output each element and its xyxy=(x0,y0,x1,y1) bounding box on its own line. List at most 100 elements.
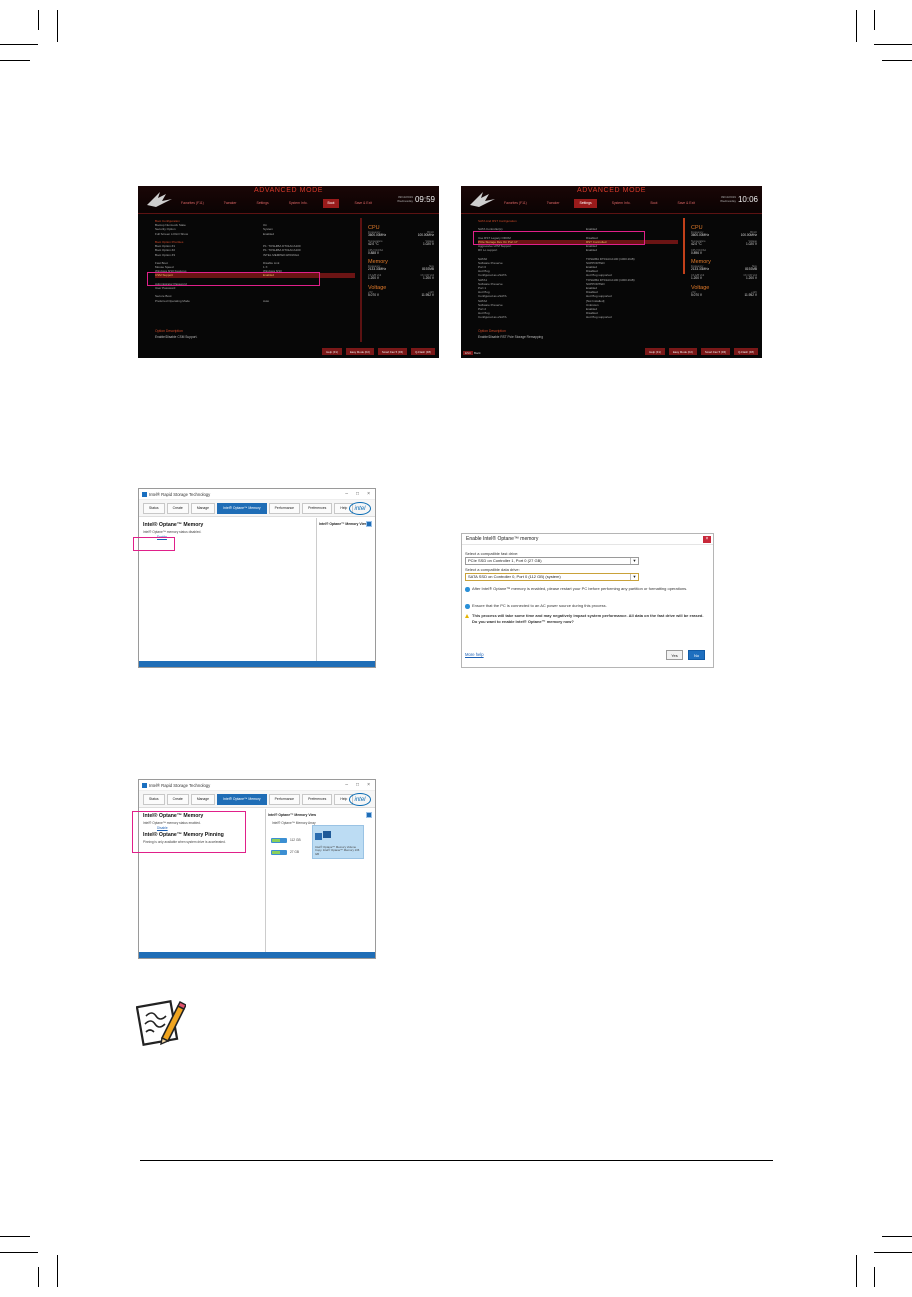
more-help-link[interactable]: More help xyxy=(465,652,484,657)
bios-divider xyxy=(360,218,362,342)
volume-icon xyxy=(315,831,331,840)
bios-mode-title: ADVANCED MODE xyxy=(576,187,647,194)
bios-setting-label: Configured as eSATA xyxy=(478,315,507,320)
tab-performance[interactable]: Performance xyxy=(268,502,301,514)
tab-manage[interactable]: Manage xyxy=(190,502,216,514)
close-icon[interactable]: × xyxy=(367,782,370,788)
bios-time: 10:06 xyxy=(737,195,758,205)
bios-tab[interactable]: Favorites (F11) xyxy=(499,199,532,208)
minimize-icon[interactable]: – xyxy=(345,782,348,788)
crop-mark xyxy=(38,1267,39,1287)
bios-hw-monitor: CPU Frequency BCLK 3600.00MHz 100.00MHz Tempe… xyxy=(368,221,434,300)
smart-fan-button[interactable]: Smart Fan 5 (F6) xyxy=(700,348,731,355)
crop-mark xyxy=(0,1252,38,1253)
option-description-title: Option Description xyxy=(155,329,183,333)
smart-fan-button[interactable]: Smart Fan 5 (F6) xyxy=(377,348,408,355)
tab-performance[interactable]: Performance xyxy=(268,793,301,805)
tab-status[interactable]: Status xyxy=(143,793,165,805)
crop-mark xyxy=(0,60,30,61)
data-drive-select[interactable]: SATA SSD on Controller 0, Port 0 (112 GB… xyxy=(465,573,639,581)
rst-app-icon xyxy=(142,491,147,497)
bios-date: 09/13/2019 Wednesday xyxy=(397,195,413,203)
bios-mode-title: ADVANCED MODE xyxy=(253,187,324,194)
close-icon[interactable]: × xyxy=(367,491,370,497)
bios-tab[interactable]: Settings xyxy=(251,199,273,208)
tab-create[interactable]: Create xyxy=(166,793,189,805)
tab-status[interactable]: Status xyxy=(143,502,165,514)
crop-mark xyxy=(856,1255,857,1287)
bios-tab[interactable]: System Info. xyxy=(607,199,636,208)
bios-tab[interactable]: Favorites (F11) xyxy=(176,199,209,208)
note-pencil-icon xyxy=(136,1000,186,1046)
window-controls: – □ × xyxy=(345,782,375,788)
warning-note: This process will take some time and may… xyxy=(465,613,709,624)
bios-tab-bar: Favorites (F11) Tweaker Settings System … xyxy=(499,199,700,208)
bios-tab[interactable]: Tweaker xyxy=(542,199,565,208)
drive-27gb[interactable]: 27 GB xyxy=(271,850,299,855)
bios-tab[interactable]: Save & Exit xyxy=(349,199,377,208)
minimize-icon[interactable]: – xyxy=(345,491,348,497)
bios-time: 09:59 xyxy=(414,195,435,205)
yes-button[interactable]: Yes xyxy=(666,650,683,660)
bios-bottom-buttons: Help (F1) Easy Mode (F2) Smart Fan 5 (F6… xyxy=(645,348,758,355)
maximize-icon[interactable]: □ xyxy=(356,491,359,497)
window-title: Intel® Rapid Storage Technology xyxy=(149,491,211,497)
help-button[interactable]: Help (F1) xyxy=(645,348,665,355)
easy-mode-button[interactable]: Easy Mode (F2) xyxy=(345,348,374,355)
drive-112gb[interactable]: 112 GB xyxy=(271,838,301,843)
enable-optane-dialog: Enable Intel® Optane™ memory × Select a … xyxy=(461,533,714,668)
bios-tab-active[interactable]: Boot xyxy=(322,199,340,208)
rst-right-pane: Intel® Optane™ Memory View Intel® Optane… xyxy=(264,809,375,952)
monitor-values: 0.888 V xyxy=(368,250,379,255)
bios-bottom-buttons: Help (F1) Easy Mode (F2) Smart Fan 5 (F6… xyxy=(322,348,435,355)
bios-tab[interactable]: Tweaker xyxy=(219,199,242,208)
bios-setting-row[interactable]: Configured as eSATA Hot Plug supported xyxy=(478,315,678,319)
drive-icon xyxy=(271,838,287,843)
dialog-title: Enable Intel® Optane™ memory xyxy=(466,536,539,542)
optane-volume-tooltip: Intel® Optane™ Memory Volume Copy. Intel… xyxy=(312,825,364,859)
tab-manage[interactable]: Manage xyxy=(190,793,216,805)
help-icon[interactable] xyxy=(366,812,372,818)
monitor-values: 2133.33MHz 8192MB xyxy=(691,267,757,272)
rst-right-pane: Intel® Optane™ Memory View xyxy=(315,518,375,661)
help-button[interactable]: Help (F1) xyxy=(322,348,342,355)
bios-tab[interactable]: Save & Exit xyxy=(672,199,700,208)
bios-setting-value: Enabled xyxy=(263,231,275,236)
rst-toolbar: Status Create Manage Intel® Optane™ Memo… xyxy=(139,791,375,808)
monitor-values: 1.200 V 1.200 V xyxy=(691,276,757,281)
help-icon[interactable] xyxy=(366,521,372,527)
no-button[interactable]: No xyxy=(688,650,705,660)
optane-heading: Intel® Optane™ Memory xyxy=(143,522,204,528)
tab-preferences[interactable]: Preferences xyxy=(302,502,333,514)
maximize-icon[interactable]: □ xyxy=(356,782,359,788)
easy-mode-button[interactable]: Easy Mode (F2) xyxy=(668,348,697,355)
bios-tab[interactable]: Boot xyxy=(646,199,663,208)
close-icon[interactable]: × xyxy=(703,536,711,543)
warning-icon xyxy=(465,614,469,618)
monitor-values: 0.896 V xyxy=(691,250,702,255)
bios-scrollbar[interactable] xyxy=(683,218,685,274)
window-controls: – □ × xyxy=(345,491,375,497)
esc-back[interactable]: ESC Back xyxy=(463,351,481,355)
bios-settings-list: Boot Configuration Bootup NumLock State On… xyxy=(155,219,355,303)
q-flash-button[interactable]: Q-Flash (F8) xyxy=(734,348,758,355)
bios-tab-active[interactable]: Settings xyxy=(574,199,597,208)
bios-tab[interactable]: System Info. xyxy=(284,199,313,208)
bios-setting-value: Auto xyxy=(263,298,270,303)
tab-optane-memory[interactable]: Intel® Optane™ Memory xyxy=(217,502,267,514)
enable-link[interactable]: Enable xyxy=(157,534,312,540)
bios-setting-row[interactable]: Preferred Operating Mode Auto xyxy=(155,299,355,303)
bios-clock: 09/13/2019 Wednesday 09:59 xyxy=(397,191,435,209)
crop-mark xyxy=(874,1267,875,1287)
bios-setting-value: Enabled xyxy=(586,248,598,253)
q-flash-button[interactable]: Q-Flash (F8) xyxy=(411,348,435,355)
tab-create[interactable]: Create xyxy=(166,502,189,514)
fast-drive-select[interactable]: PCIe SSD on Controller 1, Port 0 (27 GB)… xyxy=(465,557,639,565)
status-bar xyxy=(139,952,375,958)
tab-preferences[interactable]: Preferences xyxy=(302,793,333,805)
crop-mark xyxy=(874,44,912,45)
tab-optane-memory[interactable]: Intel® Optane™ Memory xyxy=(217,793,267,805)
status-bar xyxy=(139,661,375,667)
crop-mark xyxy=(856,10,857,42)
bios-clock: 09/13/2019 Wednesday 10:06 xyxy=(720,191,758,209)
